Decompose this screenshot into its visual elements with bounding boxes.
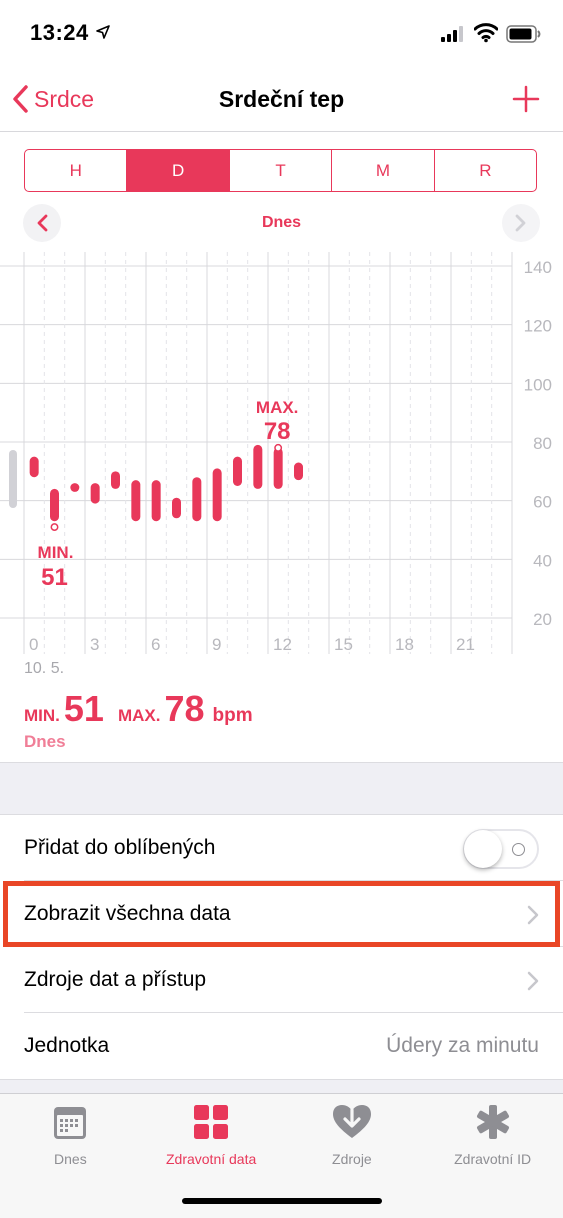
segment-day[interactable]: D: [127, 150, 230, 191]
add-plus-icon[interactable]: [511, 84, 541, 114]
y-tick-label: 40: [533, 551, 552, 570]
min-point-marker: [50, 523, 59, 532]
toggle-knob: [464, 830, 502, 868]
segment-year[interactable]: R: [435, 150, 536, 191]
x-tick-label: 3: [90, 635, 99, 654]
section-separator: [0, 762, 563, 815]
heart-rate-summary: 10. 5. MIN. 51 MAX. 78 bpm Dnes: [24, 660, 253, 752]
medical-asterisk-icon: [476, 1105, 509, 1139]
max-label: MAX.: [117, 706, 161, 725]
range-bar: [151, 480, 161, 522]
tab-label: Dnes: [54, 1151, 87, 1167]
range-bar: [233, 456, 242, 486]
tab-label: Zdravotní ID: [454, 1151, 532, 1167]
cellular-signal-icon: [441, 26, 463, 42]
y-tick-label: 80: [533, 434, 552, 453]
favorites-toggle[interactable]: [463, 829, 539, 869]
date-navigation: Dnes: [0, 204, 563, 242]
grid-icon: [194, 1105, 229, 1139]
current-date-label: Dnes: [261, 214, 302, 231]
x-tick-label: 9: [212, 635, 221, 654]
range-bar: [172, 497, 181, 519]
home-indicator: [182, 1198, 382, 1204]
data-sources-label: Zdroje dat a přístup: [24, 968, 207, 991]
tab-label: Zdravotní data: [165, 1151, 257, 1167]
status-bar: 13:24: [0, 0, 563, 70]
range-bar: [70, 483, 80, 492]
x-tick-label: 18: [395, 635, 414, 654]
x-tick-label: 0: [29, 635, 38, 654]
range-bar: [131, 480, 141, 522]
max-point-marker: [274, 443, 283, 452]
max-annotation-value: 78: [264, 418, 291, 445]
y-tick-label: 60: [533, 493, 552, 512]
data-sources-row[interactable]: Zdroje dat a přístup: [0, 947, 563, 1013]
add-to-favorites-label: Přidat do oblíbených: [24, 836, 216, 859]
unit-label: bpm: [212, 705, 253, 726]
x-tick-label: 21: [456, 635, 475, 654]
y-tick-label: 100: [524, 375, 552, 394]
chevron-right-icon: [527, 905, 539, 925]
tab-label: Zdroje: [332, 1151, 372, 1167]
segment-month[interactable]: M: [332, 150, 435, 191]
y-tick-label: 120: [524, 317, 552, 336]
show-all-data-label: Zobrazit všechna data: [24, 902, 231, 925]
x-tick-label: 12: [273, 635, 292, 654]
show-all-data-row[interactable]: Zobrazit všechna data: [0, 881, 563, 947]
chart-scrub-handle[interactable]: [9, 450, 17, 508]
tab-medical-id[interactable]: Zdravotní ID: [422, 1094, 563, 1218]
x-tick-label: 6: [151, 635, 160, 654]
y-tick-label: 140: [524, 258, 552, 277]
range-bar: [212, 468, 222, 522]
tab-today[interactable]: Dnes: [0, 1094, 141, 1218]
toggle-off-indicator-icon: [512, 843, 525, 856]
calendar-icon: [54, 1107, 87, 1139]
add-to-favorites-row: Přidat do oblíbených: [0, 815, 563, 881]
summary-date: 10. 5.: [24, 660, 65, 677]
range-bar: [90, 483, 100, 504]
min-value: 51: [63, 688, 104, 729]
status-time: 13:24: [30, 20, 89, 45]
min-annotation-label: MIN.: [38, 543, 74, 562]
chevron-right-icon: [527, 971, 539, 991]
y-tick-label: 20: [533, 610, 552, 629]
x-tick-label: 15: [334, 635, 353, 654]
range-bar: [294, 462, 303, 481]
max-value: 78: [164, 688, 205, 729]
range-bar: [253, 444, 263, 489]
battery-icon: [506, 25, 541, 43]
min-annotation-value: 51: [41, 564, 68, 591]
range-bar: [50, 488, 59, 522]
list-footer-separator: [0, 1079, 563, 1093]
range-bar: [273, 447, 283, 489]
unit-row[interactable]: Jednotka Údery za minutu: [0, 1013, 563, 1079]
range-bar: [29, 456, 39, 478]
max-annotation-label: MAX.: [256, 398, 299, 417]
min-label: MIN.: [24, 706, 60, 725]
location-arrow-icon: [96, 25, 110, 39]
next-date-button[interactable]: [502, 204, 540, 242]
time-range-segmented-control: H D T M R: [24, 149, 537, 192]
settings-list: Přidat do oblíbených Zobrazit všechna da…: [0, 815, 563, 1079]
navigation-bar: Srdce Srdeční tep: [0, 70, 563, 132]
segment-week[interactable]: T: [230, 150, 333, 191]
heart-download-icon: [332, 1105, 371, 1138]
range-bar: [192, 477, 202, 522]
heart-rate-chart[interactable]: 140 120 100 80 60 40 20 0 3 6 9 12 15 18 21 MIN. 51 MAX.7…: [0, 252, 563, 682]
range-bar: [111, 471, 120, 489]
page-title: Srdeční tep: [218, 86, 345, 112]
chevron-right-icon: [515, 214, 526, 232]
unit-row-value: Údery za minutu: [386, 1034, 539, 1057]
summary-period: Dnes: [24, 732, 66, 751]
wifi-icon: [474, 23, 498, 43]
unit-row-label: Jednotka: [24, 1034, 110, 1057]
segment-hour[interactable]: H: [25, 150, 128, 191]
